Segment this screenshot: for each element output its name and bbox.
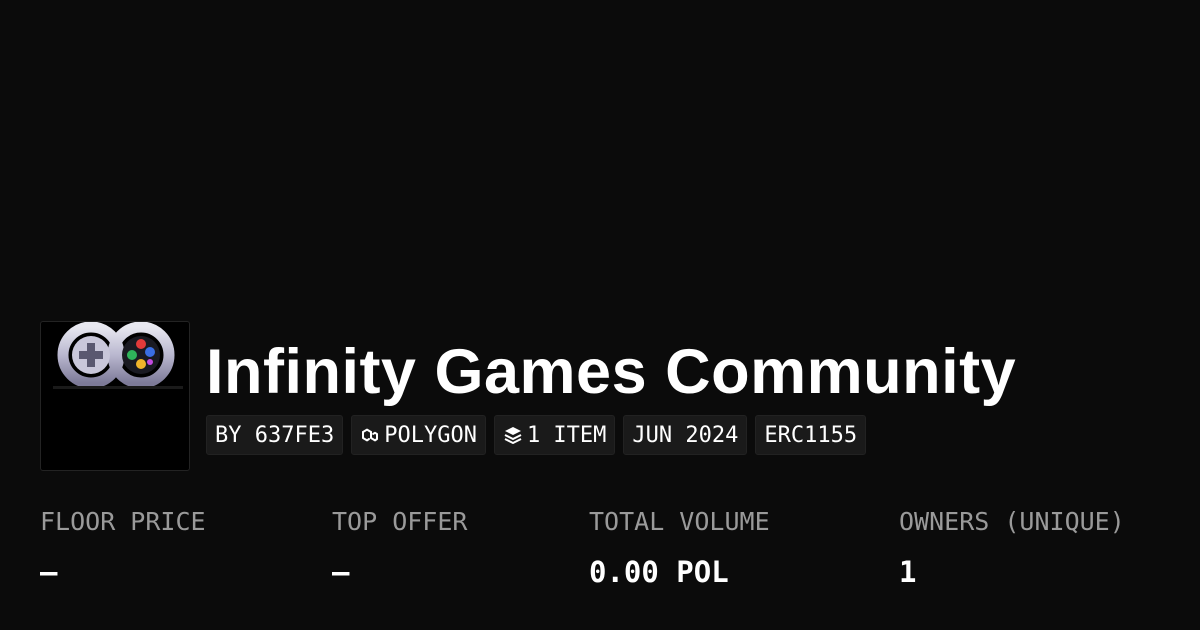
date-chip: JUN 2024 <box>623 415 748 455</box>
top-offer-stat: TOP OFFER – <box>332 505 467 589</box>
layers-icon <box>503 425 523 445</box>
top-offer-value: – <box>332 555 350 589</box>
floor-price-label: FLOOR PRICE <box>40 507 206 536</box>
total-volume-stat: TOTAL VOLUME 0.00 POL <box>589 505 770 589</box>
standard-label: ERC1155 <box>764 422 858 448</box>
creator-label: BY 637FE3 <box>215 422 335 448</box>
date-label: JUN 2024 <box>632 422 739 448</box>
total-volume-value: 0.00 POL <box>589 555 729 589</box>
items-chip[interactable]: 1 ITEM <box>493 415 616 455</box>
floor-price-stat: FLOOR PRICE – <box>40 505 206 589</box>
collection-logo <box>40 321 190 471</box>
standard-chip: ERC1155 <box>755 415 867 455</box>
infinity-gamepad-logo-icon <box>53 322 183 389</box>
collection-title: Infinity Games Community <box>206 337 1017 407</box>
floor-price-value: – <box>40 555 58 589</box>
polygon-icon <box>360 425 380 445</box>
creator-chip[interactable]: BY 637FE3 <box>206 415 344 455</box>
owners-label: OWNERS (UNIQUE) <box>899 507 1125 536</box>
total-volume-label: TOTAL VOLUME <box>589 507 770 536</box>
owners-value: 1 <box>899 555 917 589</box>
items-label: 1 ITEM <box>526 422 607 448</box>
collection-chips: BY 637FE3 POLYGON 1 ITEM JUN 2024 ERC115… <box>206 415 867 455</box>
chain-chip[interactable]: POLYGON <box>351 415 486 455</box>
top-offer-label: TOP OFFER <box>332 507 468 536</box>
owners-stat: OWNERS (UNIQUE) 1 <box>899 505 1125 589</box>
chain-label: POLYGON <box>384 422 477 448</box>
